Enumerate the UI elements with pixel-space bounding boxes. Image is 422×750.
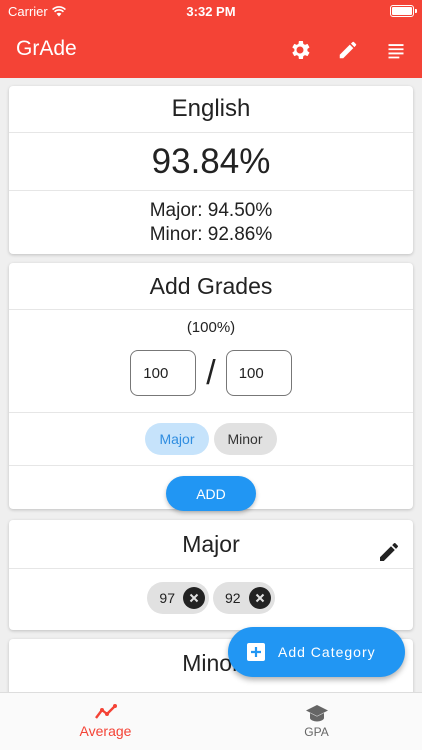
add-grade-button[interactable]: ADD — [166, 476, 256, 511]
app-bar: GrAde — [0, 22, 422, 78]
nav-item-average[interactable]: Average — [0, 693, 211, 750]
gear-icon — [292, 41, 310, 59]
divider — [9, 309, 413, 310]
category-averages: Major: 94.50% Minor: 92.86% — [9, 191, 413, 247]
grade-percent-preview: (100%) — [186, 319, 236, 336]
category-selector: Major Minor — [9, 413, 413, 465]
grade-value: 92 — [225, 590, 241, 606]
grade-chip-list: 97 92 — [9, 569, 413, 614]
status-bar: Carrier 3:32 PM — [0, 0, 422, 22]
nav-item-gpa[interactable]: GPA — [211, 693, 422, 750]
menu-list-icon — [388, 44, 404, 59]
edit-button[interactable] — [334, 36, 362, 64]
graduation-cap-icon — [305, 705, 328, 722]
nav-label-average: Average — [79, 723, 132, 739]
app-title: GrAde — [16, 37, 77, 60]
battery-icon — [390, 5, 417, 17]
add-grades-card: Add Grades (100%) 100 / 100 Major Minor … — [9, 263, 413, 511]
pencil-icon — [380, 543, 398, 561]
earned-points-input[interactable]: 100 — [130, 350, 197, 396]
course-name: English — [171, 95, 251, 122]
settings-button[interactable] — [286, 36, 314, 64]
major-category-card: Major 97 92 — [9, 520, 413, 630]
grade-chip: 97 — [147, 582, 209, 614]
category-chip-minor[interactable]: Minor — [213, 423, 277, 455]
grade-value: 97 — [159, 590, 175, 606]
grade-chip: 92 — [213, 582, 275, 614]
category-title: Major — [182, 531, 240, 557]
minor-average: Minor: 92.86% — [149, 224, 273, 245]
menu-button[interactable] — [382, 36, 410, 64]
trending-chart-icon — [94, 704, 117, 719]
category-header: Major — [9, 520, 413, 568]
add-category-label: Add Category — [278, 644, 376, 660]
remove-grade-button[interactable] — [183, 587, 205, 609]
fraction-separator: / — [206, 353, 216, 392]
category-chip-major[interactable]: Major — [145, 423, 209, 455]
add-category-button[interactable]: Add Category — [228, 627, 405, 677]
major-average: Major: 94.50% — [149, 200, 273, 221]
pencil-icon — [339, 41, 357, 59]
close-icon — [189, 593, 199, 603]
grade-inputs: 100 / 100 — [9, 350, 413, 396]
nav-label-gpa: GPA — [304, 725, 329, 739]
add-grades-title: Add Grades — [149, 273, 273, 299]
edit-category-button[interactable] — [377, 532, 401, 561]
close-icon — [255, 593, 264, 603]
clock: 3:32 PM — [186, 4, 236, 19]
bottom-navigation: Average GPA — [0, 692, 422, 750]
add-box-icon — [247, 643, 265, 661]
total-points-input[interactable]: 100 — [225, 350, 292, 396]
course-average: 93.84% — [151, 142, 271, 181]
remove-grade-button[interactable] — [248, 587, 271, 609]
course-summary-card: English 93.84% Major: 94.50% Minor: 92.8… — [9, 86, 413, 254]
